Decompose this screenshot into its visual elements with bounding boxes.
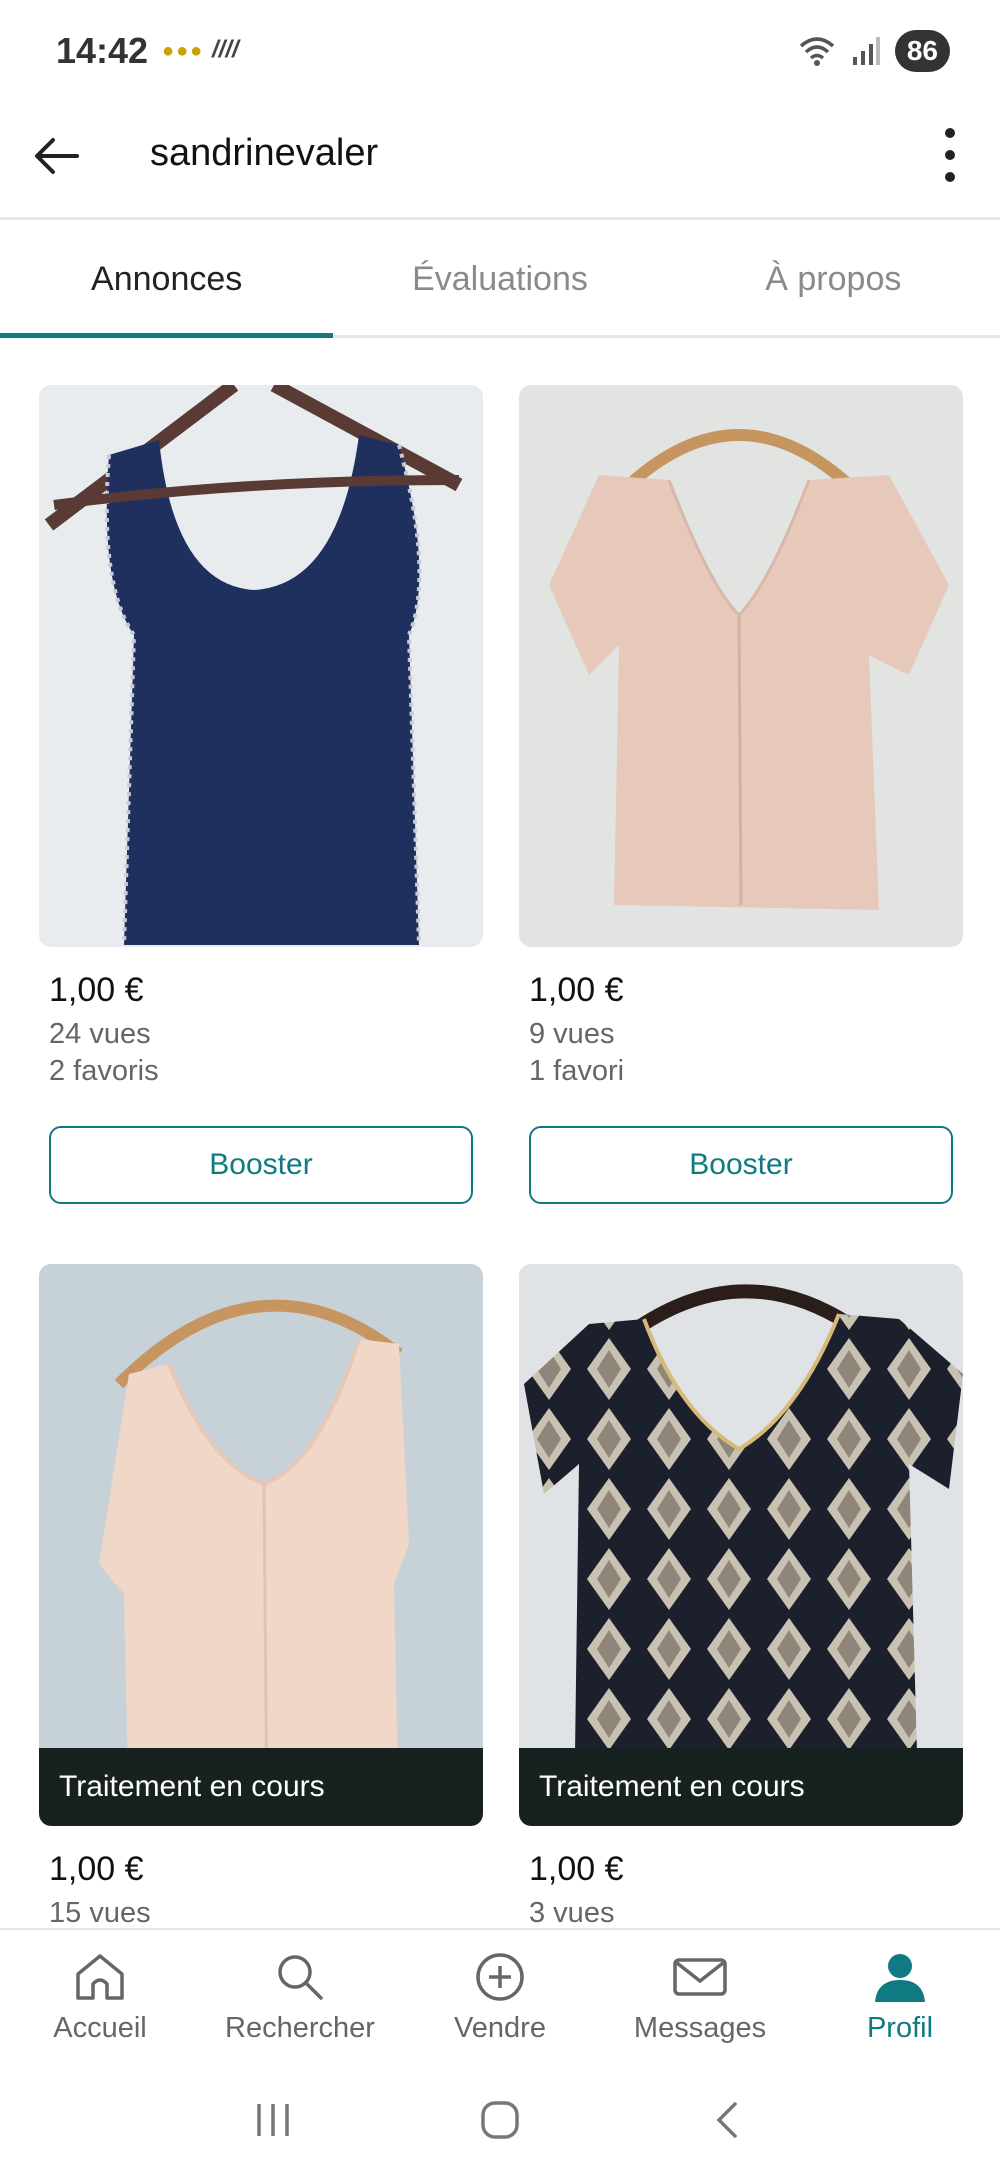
nav-label: Rechercher (225, 2012, 375, 2044)
search-icon (278, 1955, 323, 2000)
listing-card[interactable]: 1,00 € 9 vues 1 favori Booster (519, 385, 963, 1204)
listing-photo[interactable] (39, 385, 483, 947)
listing-price: 1,00 € (529, 971, 624, 1009)
notification-icon: ●●● (162, 40, 205, 62)
arrow-left-icon (35, 138, 79, 174)
nav-accueil[interactable]: Accueil (0, 1930, 200, 2070)
listing-card[interactable]: Traitement en cours 1,00 € 15 vues (39, 1264, 483, 1930)
listing-views: 15 vues (49, 1897, 151, 1929)
listing-price: 1,00 € (49, 1850, 144, 1888)
home-button-icon[interactable] (480, 2100, 520, 2140)
listing-price: 1,00 € (49, 971, 144, 1009)
listing-photo[interactable] (519, 385, 963, 947)
home-icon (76, 1954, 124, 2000)
nav-vendre[interactable]: Vendre (400, 1930, 600, 2070)
status-indicators: 86 (797, 30, 950, 72)
mail-icon (673, 1958, 727, 1996)
more-options-button[interactable] (920, 120, 980, 190)
back-button[interactable] (24, 124, 88, 188)
status-time: 14:42 (56, 30, 149, 71)
status-bar: 14:42 ●●● //// 86 (0, 0, 1000, 100)
profile-icon (875, 1954, 925, 2002)
listing-favorites: 2 favoris (49, 1055, 159, 1087)
wifi-icon (799, 37, 834, 66)
signal-activity-icon: //// (212, 36, 239, 63)
bottom-navigation: Accueil Rechercher Vendre Messages Profi… (0, 1928, 1000, 2070)
listing-photo[interactable]: Traitement en cours (519, 1264, 963, 1826)
listing-photo[interactable]: Traitement en cours (39, 1264, 483, 1826)
nav-messages[interactable]: Messages (600, 1930, 800, 2070)
processing-status-badge: Traitement en cours (39, 1748, 483, 1826)
profile-username: sandrinevaler (150, 132, 379, 174)
back-nav-icon[interactable] (707, 2100, 747, 2140)
profile-tabs: Annonces Évaluations À propos (0, 223, 1000, 338)
nav-rechercher[interactable]: Rechercher (200, 1930, 400, 2070)
nav-label: Messages (633, 2012, 767, 2044)
system-navigation-bar (0, 2070, 1000, 2169)
listing-views: 24 vues (49, 1018, 151, 1050)
recent-apps-icon[interactable] (253, 2102, 293, 2138)
nav-label: Accueil (53, 2012, 147, 2044)
listing-views: 9 vues (529, 1018, 615, 1050)
plus-circle-icon (476, 1953, 524, 2001)
listing-card[interactable]: Traitement en cours 1,00 € 3 vues (519, 1264, 963, 1930)
processing-status-badge: Traitement en cours (519, 1748, 963, 1826)
more-vertical-icon (945, 128, 955, 182)
nav-label: Profil (866, 2012, 934, 2044)
battery-indicator: 86 (894, 30, 950, 72)
app-bar: sandrinevaler (0, 100, 1000, 220)
booster-button[interactable]: Booster (49, 1126, 473, 1204)
tab-a-propos[interactable]: À propos (667, 223, 1000, 335)
tab-evaluations[interactable]: Évaluations (333, 223, 666, 335)
booster-button[interactable]: Booster (529, 1126, 953, 1204)
listing-price: 1,00 € (529, 1850, 624, 1888)
listing-card[interactable]: 1,00 € 24 vues 2 favoris Booster (39, 385, 483, 1204)
listing-favorites: 1 favori (529, 1055, 625, 1087)
listing-views: 3 vues (529, 1897, 615, 1929)
tab-annonces[interactable]: Annonces (0, 223, 334, 338)
cell-signal-icon (852, 37, 880, 65)
nav-profil[interactable]: Profil (800, 1930, 1000, 2070)
nav-label: Vendre (454, 2012, 546, 2044)
